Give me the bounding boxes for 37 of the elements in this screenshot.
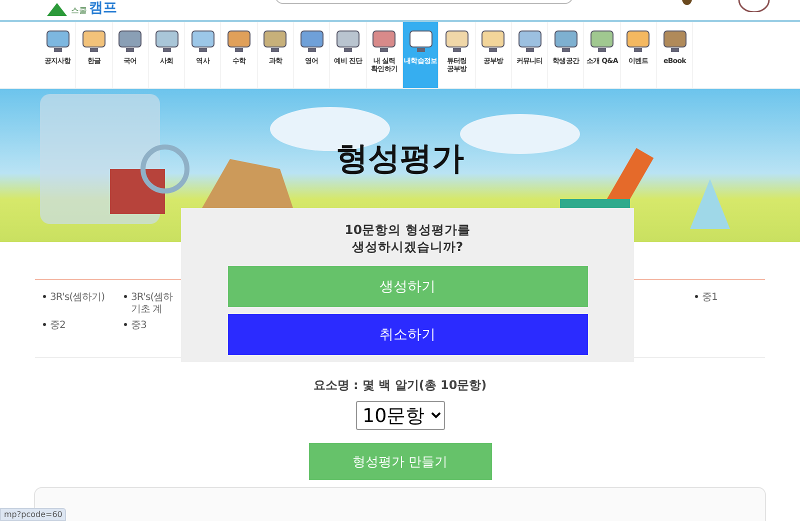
bullet-icon [124, 323, 127, 326]
illustration-icon [80, 28, 108, 54]
illustration-icon [588, 28, 616, 54]
illustration-icon [116, 28, 144, 54]
illustration-icon [552, 28, 580, 54]
topic-link[interactable]: 중3 [124, 320, 173, 332]
illustration-icon [188, 28, 217, 54]
illustration-icon [225, 28, 254, 54]
mountain-icon [45, 2, 69, 16]
topic-link[interactable]: 3R's(셈하 기초 계 [124, 292, 173, 316]
topic-link[interactable]: 중1 [695, 292, 765, 304]
illustration-icon [660, 28, 689, 54]
illustration-icon [442, 28, 471, 54]
bullet-icon [695, 295, 698, 298]
illustration-icon [261, 28, 290, 54]
status-url: mp?pcode=60 [0, 508, 66, 521]
bullet-icon [43, 323, 46, 326]
topic-link[interactable]: 3R's(셈하기) [43, 292, 124, 316]
illustration-icon [334, 28, 362, 54]
bullet-icon [43, 295, 46, 298]
illustration-icon [44, 28, 72, 54]
illustration-icon [479, 28, 508, 54]
illustration-icon [370, 28, 398, 54]
illustration-icon [298, 28, 326, 54]
illustration-icon [406, 28, 435, 54]
topic-link[interactable]: 중2 [43, 320, 124, 332]
dialog-message: 10문항의 형성평가를 생성하시겠습니까? [344, 221, 470, 255]
page-title: 형성평가 [336, 139, 464, 177]
illustration-icon [624, 28, 652, 54]
site-logo[interactable]: 스쿨 캠프 [45, 0, 117, 16]
illustration-icon [516, 28, 544, 54]
question-count-dropdown[interactable]: 10문항 [356, 401, 444, 430]
seal-icon[interactable] [738, 0, 770, 12]
illustration-icon [152, 28, 181, 54]
cancel-button[interactable]: 취소하기 [228, 314, 588, 355]
bullet-icon [124, 295, 127, 298]
element-name-heading: 요소명 : 몇 백 알기(총 10문항) [313, 377, 487, 393]
